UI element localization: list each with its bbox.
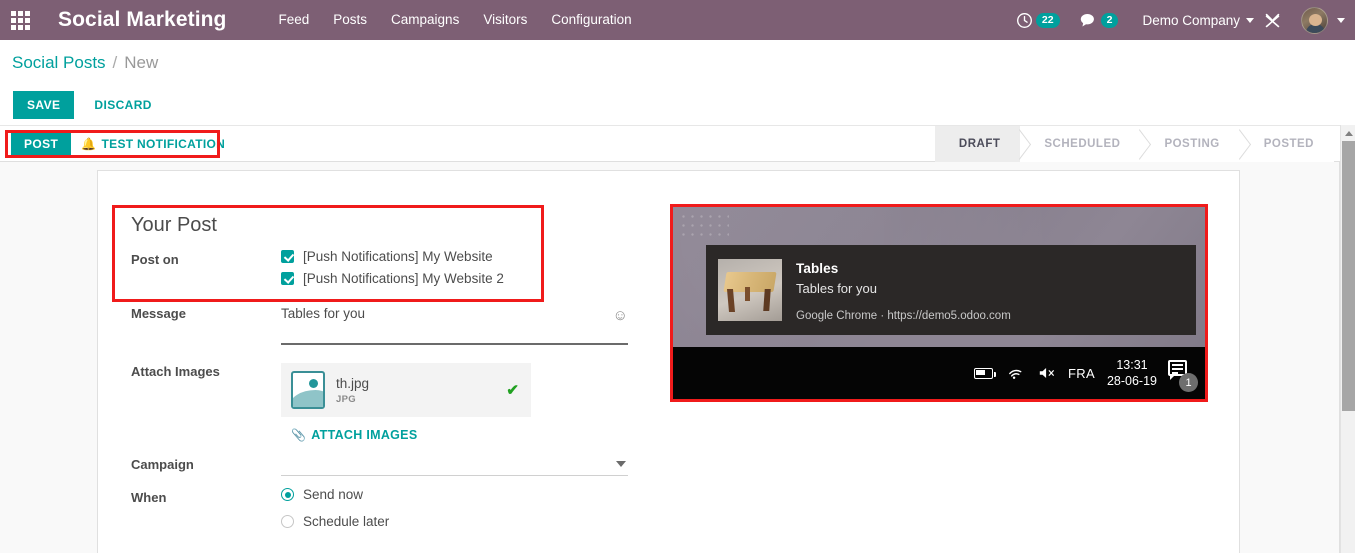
attachment-card[interactable]: th.jpg JPG ✔ <box>281 363 531 417</box>
campaign-value-wrap <box>281 454 661 476</box>
radio-row-schedule-later[interactable]: Schedule later <box>281 514 661 529</box>
account-label: [Push Notifications] My Website <box>303 249 493 264</box>
status-step-scheduled[interactable]: SCHEDULED <box>1020 125 1141 162</box>
annotation-box-preview <box>670 204 1208 402</box>
bell-icon: 🔔 <box>81 136 97 151</box>
user-menu-chevron-down-icon[interactable] <box>1337 17 1345 23</box>
post-on-options: [Push Notifications] My Website [Push No… <box>281 249 661 293</box>
image-file-icon <box>291 371 325 409</box>
scrollbar-thumb[interactable] <box>1342 141 1355 411</box>
attachment-meta: th.jpg JPG <box>336 376 506 405</box>
test-notification-button[interactable]: 🔔 TEST NOTIFICATION <box>71 130 236 157</box>
when-option-label: Schedule later <box>303 514 390 529</box>
clock-icon <box>1016 12 1032 28</box>
menu-item-feed[interactable]: Feed <box>266 0 321 40</box>
attach-images-button[interactable]: 📎 ATTACH IMAGES <box>291 428 661 442</box>
field-attach-images: Attach Images th.jpg JPG ✔ 📎 ATTACH IMAG… <box>131 361 661 442</box>
breadcrumb: Social Posts / New <box>0 40 1355 85</box>
when-options: Send now Schedule later <box>281 487 661 541</box>
menu-item-posts[interactable]: Posts <box>321 0 379 40</box>
message-label: Message <box>131 306 186 321</box>
attachments: th.jpg JPG ✔ 📎 ATTACH IMAGES <box>281 361 661 442</box>
field-message: Message ☺ <box>131 303 661 345</box>
vertical-scrollbar[interactable] <box>1340 125 1355 553</box>
when-option-label: Send now <box>303 487 364 502</box>
menu-item-campaigns[interactable]: Campaigns <box>379 0 471 40</box>
messaging-menu[interactable]: 2 <box>1070 0 1129 40</box>
menu-item-configuration[interactable]: Configuration <box>539 0 643 40</box>
campaign-label: Campaign <box>131 457 194 472</box>
save-button[interactable]: SAVE <box>13 91 75 119</box>
status-bar: DRAFT SCHEDULED POSTING POSTED <box>934 125 1340 162</box>
post-button[interactable]: POST <box>11 130 72 157</box>
navbar-right-group: 22 2 Demo Company <box>1006 0 1355 40</box>
main-menu: Feed Posts Campaigns Visitors Configurat… <box>266 0 643 40</box>
message-underline <box>281 343 628 345</box>
tools-icon <box>1265 13 1280 27</box>
app-brand-title: Social Marketing <box>58 8 227 31</box>
status-step-draft[interactable]: DRAFT <box>934 125 1021 162</box>
message-input-wrap: ☺ <box>281 304 628 345</box>
activity-counter: 22 <box>1035 12 1060 28</box>
attach-images-label: Attach Images <box>131 364 220 379</box>
control-panel: POST 🔔 TEST NOTIFICATION DRAFT SCHEDULED… <box>0 125 1340 162</box>
breadcrumb-separator: / <box>112 52 118 72</box>
chevron-down-icon[interactable] <box>1246 17 1254 23</box>
breadcrumb-root-link[interactable]: Social Posts <box>12 53 106 73</box>
page-title: Your Post <box>131 214 217 236</box>
field-campaign: Campaign <box>131 454 661 476</box>
radio-row-send-now[interactable]: Send now <box>281 487 661 502</box>
activities-menu[interactable]: 22 <box>1006 0 1070 40</box>
account-checkbox-row[interactable]: [Push Notifications] My Website 2 <box>281 271 661 286</box>
attach-images-link-label: ATTACH IMAGES <box>311 428 418 442</box>
account-label: [Push Notifications] My Website 2 <box>303 271 504 286</box>
company-switcher[interactable]: Demo Company <box>1128 13 1246 28</box>
message-value-wrap: ☺ <box>281 303 661 345</box>
message-input[interactable] <box>281 304 601 340</box>
radio-send-now[interactable] <box>281 488 294 501</box>
apps-grid-icon[interactable] <box>0 0 40 40</box>
field-when: When Send now Schedule later <box>131 487 661 541</box>
discard-button[interactable]: DISCARD <box>81 91 164 119</box>
checkbox-my-website[interactable] <box>281 250 294 263</box>
check-icon: ✔ <box>506 382 519 399</box>
account-checkbox-row[interactable]: [Push Notifications] My Website <box>281 249 661 264</box>
campaign-select[interactable] <box>281 454 628 476</box>
chat-bubble-icon <box>1080 14 1094 27</box>
smiley-icon[interactable]: ☺ <box>613 308 628 323</box>
top-navbar: Social Marketing Feed Posts Campaigns Vi… <box>0 0 1355 40</box>
post-form: Your Post Post on [Push Notifications] M… <box>131 213 661 541</box>
status-step-posting[interactable]: POSTING <box>1140 125 1240 162</box>
chevron-up-icon[interactable] <box>1341 125 1355 141</box>
test-notification-label: TEST NOTIFICATION <box>101 136 226 151</box>
record-action-bar: SAVE DISCARD <box>0 85 1355 125</box>
menu-item-visitors[interactable]: Visitors <box>471 0 539 40</box>
app-root: Social Marketing Feed Posts Campaigns Vi… <box>0 0 1355 553</box>
checkbox-my-website-2[interactable] <box>281 272 294 285</box>
chevron-down-icon[interactable] <box>616 461 626 467</box>
field-post-on: Post on [Push Notifications] My Website … <box>131 249 661 293</box>
status-step-posted[interactable]: POSTED <box>1239 125 1334 162</box>
paperclip-icon: 📎 <box>291 428 307 442</box>
avatar[interactable] <box>1301 6 1328 34</box>
when-label: When <box>131 490 167 505</box>
attachment-filetype: JPG <box>336 393 356 405</box>
breadcrumb-current: New <box>124 52 159 72</box>
message-counter: 2 <box>1100 12 1119 28</box>
post-on-label: Post on <box>131 252 179 267</box>
developer-tools-button[interactable] <box>1254 0 1291 40</box>
attachment-filename: th.jpg <box>336 375 370 391</box>
radio-schedule-later[interactable] <box>281 515 294 528</box>
